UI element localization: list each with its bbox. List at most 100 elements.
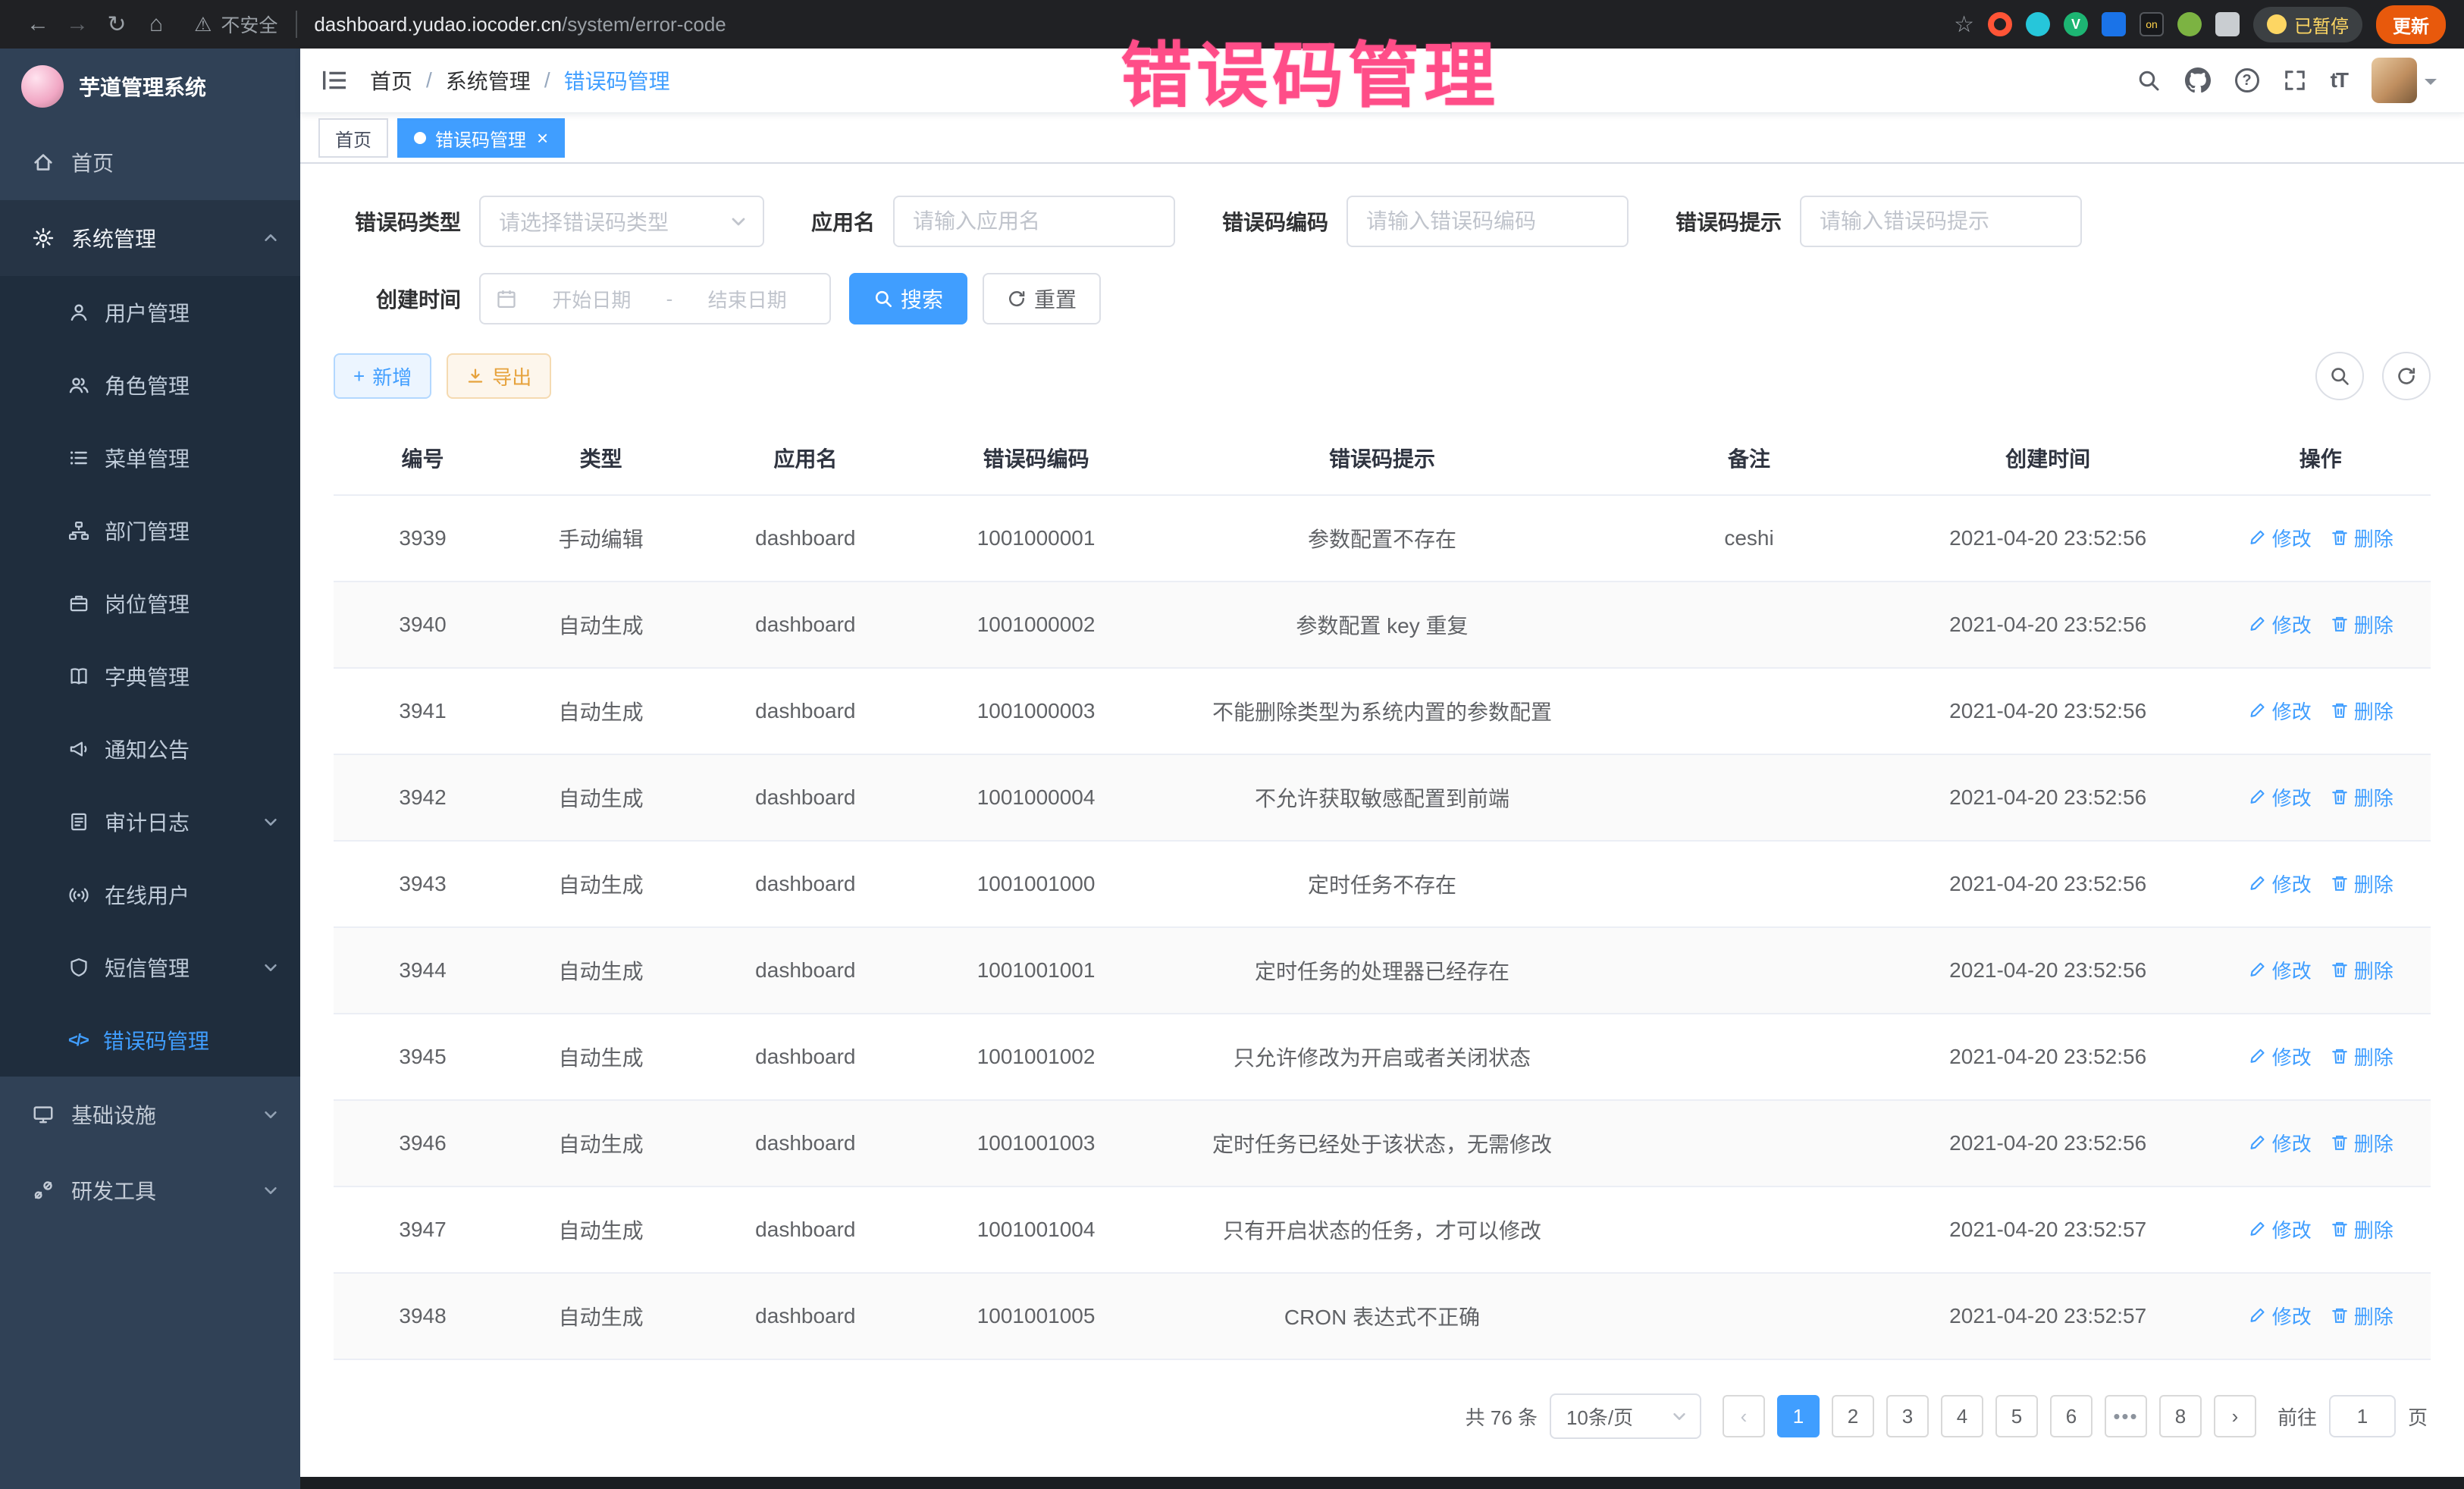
error-message-input[interactable]	[1800, 196, 2082, 247]
tab-error-code[interactable]: 错误码管理 ×	[397, 118, 565, 158]
sidebar-logo[interactable]: 芋道管理系统	[0, 49, 300, 124]
delete-link[interactable]: 删除	[2330, 1215, 2393, 1243]
close-icon[interactable]: ×	[537, 127, 548, 150]
edit-link[interactable]: 修改	[2248, 1129, 2312, 1157]
edit-link[interactable]: 修改	[2248, 610, 2312, 638]
edit-link[interactable]: 修改	[2248, 870, 2312, 898]
trash-icon	[2330, 1219, 2350, 1239]
delete-link[interactable]: 删除	[2330, 524, 2393, 552]
annotation-title: 错误码管理	[1121, 18, 1500, 121]
extension-icon[interactable]: on	[2140, 12, 2164, 36]
url-text[interactable]: dashboard.yudao.iocoder.cn/system/error-…	[314, 13, 726, 36]
edit-link[interactable]: 修改	[2248, 524, 2312, 552]
pager-page-6[interactable]: 6	[2050, 1395, 2093, 1437]
sidebar-item-roles[interactable]: 角色管理	[0, 349, 300, 422]
pager-page-5[interactable]: 5	[1995, 1395, 2038, 1437]
edit-link[interactable]: 修改	[2248, 956, 2312, 984]
error-type-select[interactable]: 请选择错误码类型	[479, 196, 764, 247]
reset-button[interactable]: 重置	[983, 273, 1101, 324]
sidebar-item-online-users[interactable]: 在线用户	[0, 858, 300, 931]
sidebar-item-audit-log[interactable]: 审计日志	[0, 785, 300, 858]
breadcrumb-home[interactable]: 首页	[370, 65, 412, 96]
error-code-input[interactable]	[1346, 196, 1629, 247]
sidebar-item-error-code[interactable]: </> 错误码管理	[0, 1004, 300, 1077]
edit-link[interactable]: 修改	[2248, 1042, 2312, 1071]
sidebar-item-notices[interactable]: 通知公告	[0, 713, 300, 785]
sidebar-fold-icon[interactable]	[321, 69, 347, 92]
pager-page-1[interactable]: 1	[1777, 1395, 1820, 1437]
help-icon[interactable]: ?	[2235, 68, 2259, 92]
github-icon[interactable]	[2185, 67, 2211, 93]
delete-link[interactable]: 删除	[2330, 956, 2393, 984]
app-name-input[interactable]	[893, 196, 1175, 247]
back-icon[interactable]: ←	[18, 5, 58, 44]
toggle-search-button[interactable]	[2315, 352, 2364, 400]
browser-update-button[interactable]: 更新	[2376, 5, 2446, 44]
forward-icon[interactable]: →	[58, 5, 97, 44]
font-size-icon[interactable]: tT	[2331, 68, 2347, 92]
refresh-table-button[interactable]	[2382, 352, 2431, 400]
edit-link[interactable]: 修改	[2248, 1302, 2312, 1330]
delete-link[interactable]: 删除	[2330, 783, 2393, 811]
search-button[interactable]: 搜索	[849, 273, 967, 324]
pager-more[interactable]: •••	[2105, 1395, 2147, 1437]
table-header-row: 编号 类型 应用名 错误码编码 错误码提示 备注 创建时间 操作	[334, 422, 2431, 495]
extension-icon[interactable]	[2177, 12, 2202, 36]
goto-page-input[interactable]	[2329, 1395, 2396, 1437]
sidebar-item-infrastructure[interactable]: 基础设施	[0, 1077, 300, 1152]
bookmark-star-icon[interactable]: ☆	[1954, 11, 1974, 38]
trash-icon	[2330, 528, 2350, 547]
sidebar-item-sms[interactable]: 短信管理	[0, 931, 300, 1004]
sidebar-item-dictionary[interactable]: 字典管理	[0, 640, 300, 713]
date-range-picker[interactable]: 开始日期 - 结束日期	[479, 273, 831, 324]
chevron-down-icon	[1671, 1408, 1688, 1425]
security-chip[interactable]: ⚠ 不安全	[185, 11, 297, 38]
sidebar-item-departments[interactable]: 部门管理	[0, 494, 300, 567]
export-button[interactable]: 导出	[447, 353, 551, 399]
wrench-icon	[32, 1179, 55, 1202]
profile-paused-badge[interactable]: 已暂停	[2253, 7, 2362, 42]
pager-page-3[interactable]: 3	[1886, 1395, 1929, 1437]
refresh-icon[interactable]: ↻	[97, 5, 136, 44]
tab-home[interactable]: 首页	[318, 118, 388, 158]
pencil-icon	[2248, 1133, 2268, 1152]
address-bar[interactable]: ⚠ 不安全 dashboard.yudao.iocoder.cn/system/…	[185, 11, 1954, 38]
sidebar-item-users[interactable]: 用户管理	[0, 276, 300, 349]
pager-next[interactable]: ›	[2214, 1395, 2256, 1437]
pager-page-8[interactable]: 8	[2159, 1395, 2202, 1437]
sidebar-item-dev-tools[interactable]: 研发工具	[0, 1152, 300, 1228]
page-size-value: 10条/页	[1566, 1403, 1633, 1431]
pager-page-2[interactable]: 2	[1832, 1395, 1874, 1437]
edit-link[interactable]: 修改	[2248, 783, 2312, 811]
delete-link[interactable]: 删除	[2330, 610, 2393, 638]
home-icon[interactable]: ⌂	[136, 5, 176, 44]
edit-link[interactable]: 修改	[2248, 1215, 2312, 1243]
user-menu[interactable]	[2372, 58, 2437, 103]
extension-icon[interactable]	[2102, 12, 2126, 36]
table-row: 3942 自动生成 dashboard 1001000004 不允许获取敏感配置…	[334, 754, 2431, 841]
delete-link[interactable]: 删除	[2330, 1302, 2393, 1330]
delete-link[interactable]: 删除	[2330, 1042, 2393, 1071]
fullscreen-icon[interactable]	[2284, 69, 2306, 92]
extension-icon[interactable]	[2026, 12, 2050, 36]
cell-message: 参数配置不存在	[1152, 495, 1613, 581]
delete-link[interactable]: 删除	[2330, 870, 2393, 898]
add-button[interactable]: + 新增	[334, 353, 431, 399]
sidebar-item-menus[interactable]: 菜单管理	[0, 422, 300, 494]
filter-label: 创建时间	[334, 284, 461, 314]
extension-icon[interactable]: V	[2064, 12, 2088, 36]
filter-create-time: 创建时间 开始日期 - 结束日期	[334, 273, 831, 324]
page-size-select[interactable]: 10条/页	[1550, 1393, 1701, 1439]
edit-link[interactable]: 修改	[2248, 697, 2312, 725]
sidebar-item-system[interactable]: 系统管理	[0, 200, 300, 276]
pager-page-4[interactable]: 4	[1941, 1395, 1983, 1437]
sidebar-item-home[interactable]: 首页	[0, 124, 300, 200]
breadcrumb-system[interactable]: 系统管理	[446, 65, 531, 96]
delete-link[interactable]: 删除	[2330, 697, 2393, 725]
search-icon[interactable]	[2136, 68, 2161, 92]
delete-link[interactable]: 删除	[2330, 1129, 2393, 1157]
puzzle-extensions-icon[interactable]	[2215, 12, 2240, 36]
sidebar-item-posts[interactable]: 岗位管理	[0, 567, 300, 640]
extension-icon[interactable]	[1988, 12, 2012, 36]
pager-prev[interactable]: ‹	[1723, 1395, 1765, 1437]
